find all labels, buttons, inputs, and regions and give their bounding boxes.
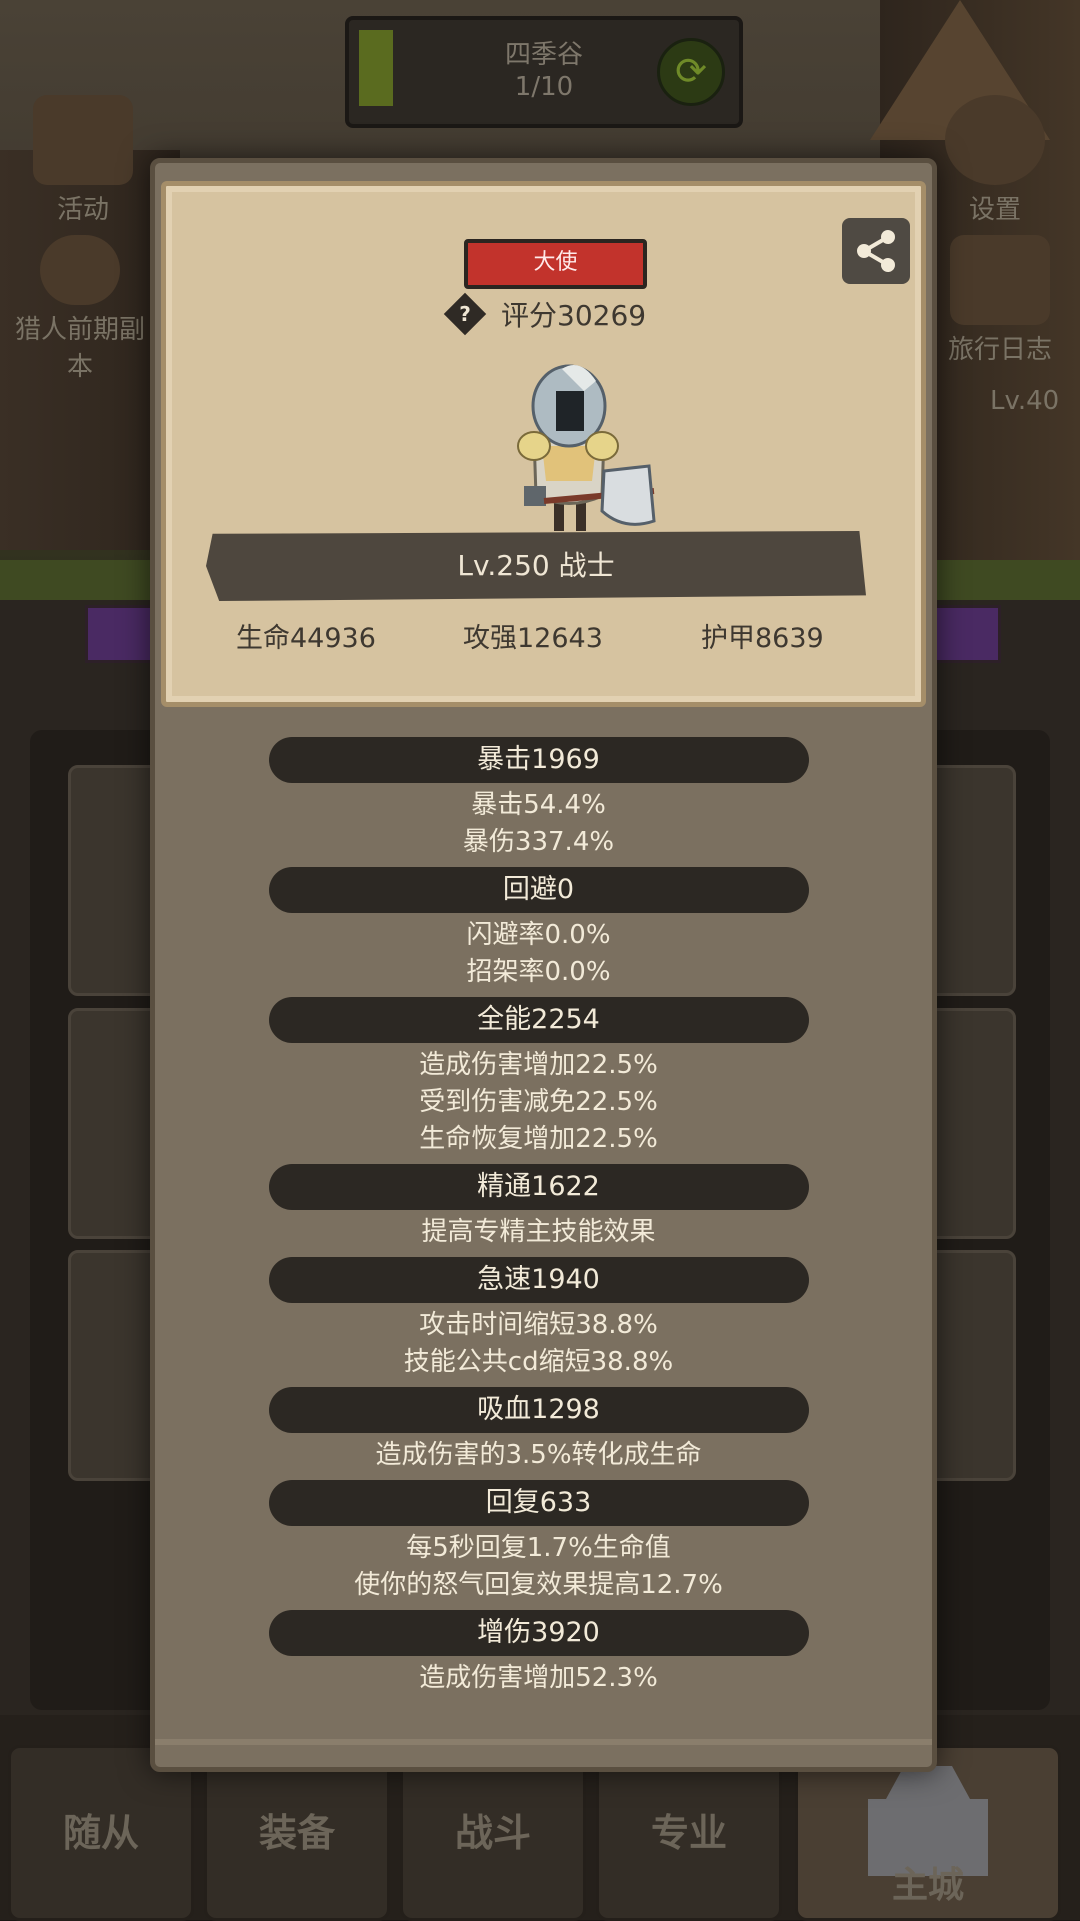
travel-log-button[interactable]: 旅行日志 [930, 235, 1070, 366]
stat-group-lifesteal: 吸血1298 造成伤害的3.5%转化成生命 [155, 1387, 922, 1474]
stat-group-mastery: 精通1622 提高专精主技能效果 [155, 1164, 922, 1251]
stat-line: 受到伤害减免22.5% [419, 1087, 658, 1117]
stat-group-versatility: 全能2254 造成伤害增加22.5% 受到伤害减免22.5% 生命恢复增加22.… [155, 997, 922, 1158]
dungeon-button[interactable]: 猎人前期副本 [10, 235, 150, 383]
tab-main-city-label: 主城 [891, 1865, 964, 1906]
settings-label: 设置 [968, 195, 1021, 225]
modal-divider [155, 1739, 932, 1745]
activity-button[interactable]: 活动 [28, 95, 138, 226]
hero-detail-modal: 大使 ? 评分30269 Lv.250 战士 生命44936 攻强12643 护… [150, 158, 937, 1772]
stat-group-crit: 暴击1969 暴击54.4% 暴伤337.4% [155, 737, 922, 861]
stat-line: 造成伤害的3.5%转化成生命 [375, 1440, 702, 1470]
gear-icon [945, 95, 1045, 185]
activity-icon [33, 95, 133, 185]
stat-line: 闪避率0.0% [466, 920, 611, 950]
stat-header: 吸血1298 [268, 1387, 809, 1433]
dungeon-label: 猎人前期副本 [14, 315, 145, 382]
stat-header: 回复633 [268, 1480, 809, 1526]
stat-line: 造成伤害增加22.5% [419, 1050, 658, 1080]
base-stats: 生命44936 攻强12643 护甲8639 [206, 616, 876, 656]
stat-line: 使你的怒气回复效果提高12.7% [354, 1570, 723, 1600]
stat-header: 精通1622 [268, 1164, 809, 1210]
stage-progress-box[interactable]: 四季谷 1/10 ⟳ [345, 16, 743, 128]
stat-header: 回避0 [268, 867, 809, 913]
stat-group-avoidance: 回避0 闪避率0.0% 招架率0.0% [155, 867, 922, 991]
stat-line: 技能公共cd缩短38.8% [403, 1347, 674, 1377]
share-icon [857, 230, 895, 272]
stat-group-recovery: 回复633 每5秒回复1.7%生命值 使你的怒气回复效果提高12.7% [155, 1480, 922, 1604]
stat-line: 生命恢复增加22.5% [419, 1124, 658, 1154]
rank-badge: 大使 [464, 239, 647, 289]
stat-header: 全能2254 [268, 997, 809, 1043]
base-stat-attack: 攻强12643 [463, 623, 603, 654]
stat-line: 攻击时间缩短38.8% [419, 1310, 658, 1340]
stat-line: 暴击54.4% [471, 790, 606, 820]
stat-line: 招架率0.0% [466, 957, 611, 987]
warrior-portrait [517, 364, 656, 531]
share-button[interactable] [842, 218, 910, 284]
stats-list[interactable]: 暴击1969 暴击54.4% 暴伤337.4% 回避0 闪避率0.0% 招架率0… [155, 737, 922, 1703]
book-icon [950, 235, 1050, 325]
stat-line: 提高专精主技能效果 [421, 1217, 656, 1247]
help-icon[interactable]: ? [443, 292, 487, 336]
stat-header: 急速1940 [268, 1257, 809, 1303]
stat-line: 暴伤337.4% [462, 827, 615, 857]
stat-line: 每5秒回复1.7%生命值 [406, 1533, 671, 1563]
stat-header: 增伤3920 [268, 1610, 809, 1656]
base-stat-armor: 护甲8639 [701, 623, 824, 654]
stat-group-haste: 急速1940 攻击时间缩短38.8% 技能公共cd缩短38.8% [155, 1257, 922, 1381]
hero-card: 大使 ? 评分30269 Lv.250 战士 生命44936 攻强12643 护… [161, 181, 926, 707]
activity-label: 活动 [56, 195, 109, 225]
settings-button[interactable]: 设置 [940, 95, 1050, 226]
stat-group-damage-bonus: 增伤3920 造成伤害增加52.3% [155, 1610, 922, 1697]
stat-header: 暴击1969 [268, 737, 809, 783]
level-class-banner: Lv.250 战士 [206, 531, 866, 601]
refresh-icon[interactable]: ⟳ [657, 38, 725, 106]
stat-line: 造成伤害增加52.3% [419, 1663, 658, 1693]
hero-score: 评分30269 [501, 299, 647, 332]
base-stat-hp: 生命44936 [236, 623, 376, 654]
level-hint: Lv.40 [990, 386, 1060, 416]
dungeon-icon [40, 235, 120, 305]
travel-log-label: 旅行日志 [947, 335, 1052, 365]
